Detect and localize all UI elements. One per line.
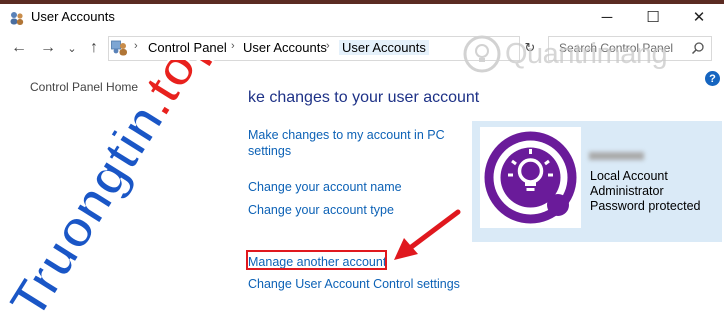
watermark-lightbulb-icon [463,35,501,73]
account-role: Administrator [590,184,664,198]
account-avatar[interactable] [480,127,581,228]
watermark-truongtin-logo: Truongtin.top [0,60,227,329]
account-password-status: Password protected [590,199,701,213]
minimize-button[interactable]: ─ [584,4,630,30]
annotation-highlight-box [246,250,387,270]
window-title: User Accounts [31,9,115,24]
chevron-right-icon[interactable]: › [134,40,138,52]
maximize-button[interactable]: ☐ [630,4,676,30]
task-change-account-type[interactable]: Change your account type [248,202,394,218]
recent-locations-dropdown[interactable]: ⌄ [62,38,82,58]
search-icon[interactable] [691,41,705,55]
chevron-right-icon[interactable]: › [231,40,235,52]
task-make-changes-pc-settings[interactable]: Make changes to my account in PC setting… [248,127,445,159]
close-button[interactable]: ✕ [676,4,722,30]
breadcrumb-control-panel[interactable]: Control Panel [148,40,227,55]
chevron-right-icon[interactable]: › [326,40,330,52]
breadcrumb-user-accounts-current[interactable]: User Accounts [339,40,429,55]
title-bar[interactable]: User Accounts ─ ☐ ✕ [0,4,724,30]
task-label-line1[interactable]: Make changes to my account in PC [248,128,445,142]
svg-text:Truongtin.top: Truongtin.top [0,60,226,328]
up-arrow-icon[interactable]: ↑ [84,38,104,58]
watermark-quantrimang: Quantrimang [505,38,668,70]
address-bar[interactable]: › Control Panel › User Accounts › User A… [108,36,520,61]
back-arrow-icon[interactable]: ← [9,38,29,58]
user-accounts-icon [10,12,24,25]
breadcrumb-user-accounts[interactable]: User Accounts [243,40,327,55]
page-heading: ke changes to your user account [248,89,480,106]
annotation-arrow [394,209,461,260]
account-type: Local Account [590,169,668,183]
task-change-account-name[interactable]: Change your account name [248,179,402,195]
account-name-blurred [589,152,644,160]
forward-arrow-icon[interactable]: → [38,38,58,58]
task-change-uac-settings[interactable]: Change User Account Control settings [248,276,460,292]
help-button[interactable]: ? [705,71,720,86]
control-panel-icon [111,40,127,56]
task-label-line2[interactable]: settings [248,144,291,158]
